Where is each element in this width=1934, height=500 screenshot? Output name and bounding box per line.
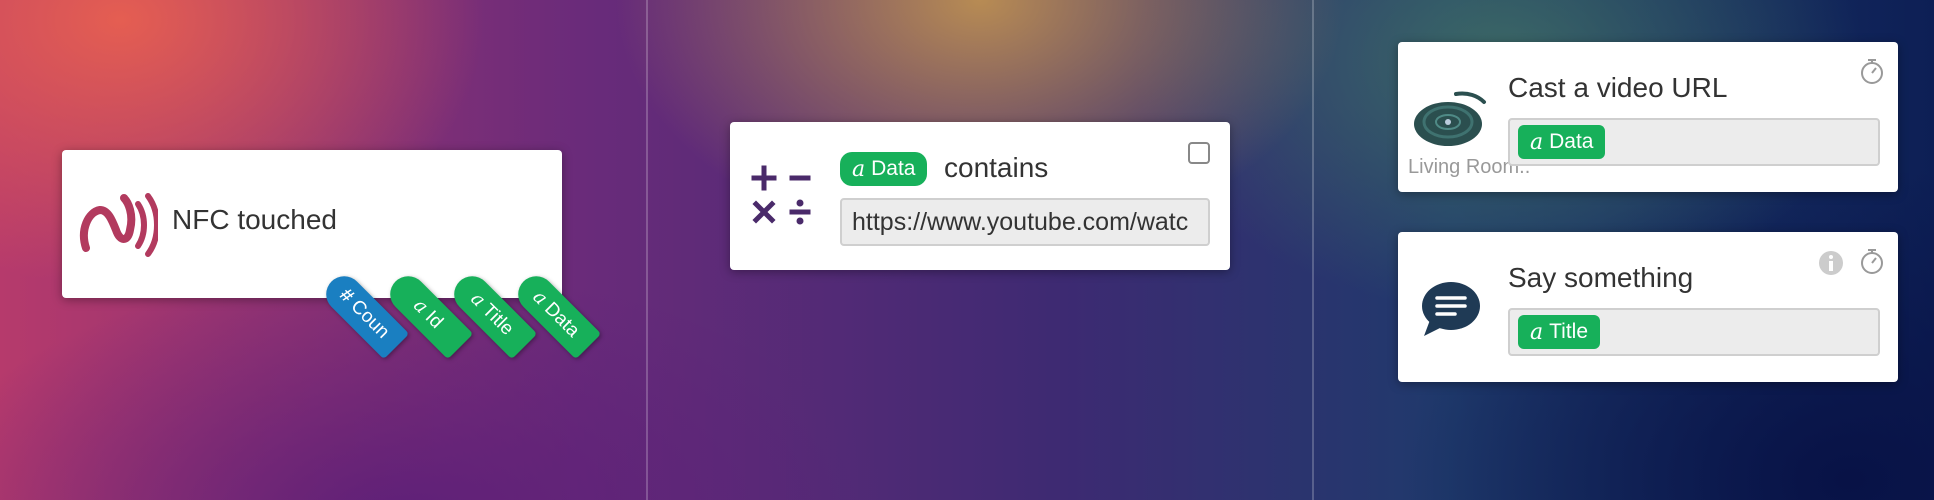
trigger-title: NFC touched <box>172 204 337 235</box>
say-text-field[interactable]: a Title <box>1508 308 1880 356</box>
condition-card[interactable]: a Data contains https://www.youtube.com/w… <box>730 122 1230 270</box>
condition-value-field[interactable]: https://www.youtube.com/watc <box>840 198 1210 246</box>
column-divider-right <box>1312 0 1314 500</box>
math-operators-icon <box>748 160 818 230</box>
column-divider-left <box>646 0 648 500</box>
chromecast-icon <box>1412 88 1490 154</box>
action-title-say: Say something <box>1508 262 1694 293</box>
action-card-cast[interactable]: Living Room.. Cast a video URL a Data <box>1398 42 1898 192</box>
cast-url-field[interactable]: a Data <box>1508 118 1880 166</box>
input-pill-data[interactable]: a Data <box>840 152 928 186</box>
trigger-card-nfc[interactable]: NFC touched <box>62 150 562 298</box>
param-pill-data[interactable]: a Data <box>1518 125 1606 159</box>
operator-label: contains <box>944 152 1049 183</box>
action-title-cast: Cast a video URL <box>1508 72 1728 103</box>
timer-icon[interactable] <box>1858 56 1886 86</box>
condition-checkbox[interactable] <box>1188 142 1210 164</box>
timer-icon[interactable] <box>1858 246 1886 276</box>
nfc-icon <box>78 190 160 260</box>
chat-bubble-icon <box>1420 280 1482 338</box>
param-pill-title[interactable]: a Title <box>1518 315 1601 349</box>
action-card-say[interactable]: Say something a Title <box>1398 232 1898 382</box>
info-icon[interactable] <box>1818 250 1844 276</box>
